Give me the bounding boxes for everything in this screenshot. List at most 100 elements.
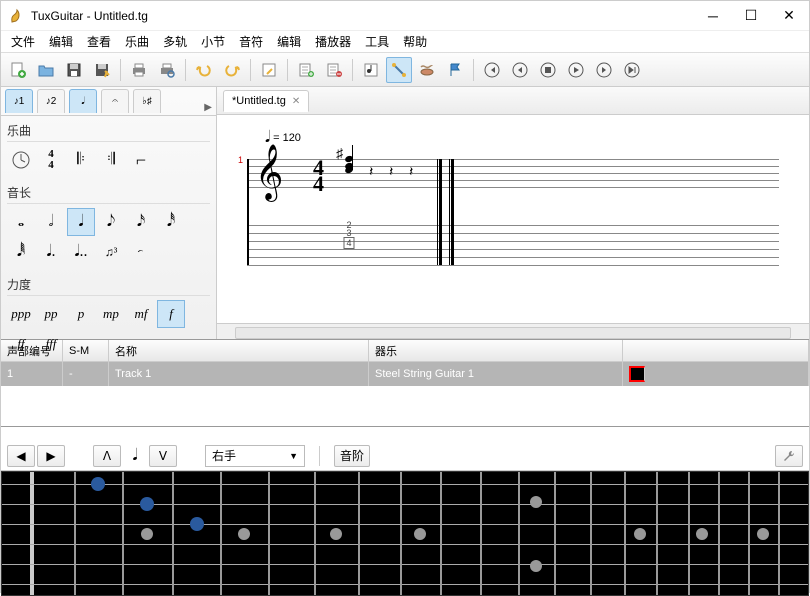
thirtysecond-note-button[interactable]: 𝅘𝅥𝅰 (157, 208, 185, 236)
print-button[interactable] (126, 57, 152, 83)
hand-select-label: 右手 (212, 447, 236, 464)
repeat-close-button[interactable]: 𝄇 (97, 146, 125, 174)
close-tab-icon[interactable]: ✕ (292, 96, 300, 107)
track-color-swatch[interactable] (629, 366, 645, 382)
side-tab-key[interactable]: ♭♯ (133, 89, 161, 113)
menu-edit[interactable]: 编辑 (45, 31, 77, 52)
horizontal-scrollbar[interactable] (217, 323, 809, 339)
player-next-button[interactable] (591, 57, 617, 83)
side-tab-edit1[interactable]: ♪1 (5, 89, 33, 113)
tab-fret-4: 4 (343, 237, 354, 249)
save-as-button[interactable] (89, 57, 115, 83)
half-note-button[interactable]: 𝅗𝅥 (37, 208, 65, 236)
side-tab-edit2[interactable]: ♪2 (37, 89, 65, 113)
document-tabs: *Untitled.tg ✕ (217, 87, 809, 115)
menu-view[interactable]: 查看 (83, 31, 115, 52)
side-panel: ♪1 ♪2 𝅘𝅥 𝄐 ♭♯ ▶ 乐曲 44 𝄆 𝄇 ⌐ 音长 𝅝 𝅗𝅥 � (1, 87, 217, 339)
dotted-button[interactable]: 𝅘𝅥. (37, 238, 65, 266)
section-duration-title: 音长 (7, 182, 210, 204)
score-canvas[interactable]: 𝅘𝅥 = 120 1 𝄞 4 4 (217, 115, 809, 323)
menu-tools[interactable]: 工具 (361, 31, 393, 52)
player-stop-button[interactable] (535, 57, 561, 83)
col-header-sm[interactable]: S-M (63, 340, 109, 361)
track-number: 1 (1, 362, 63, 386)
print-preview-button[interactable] (154, 57, 180, 83)
undo-button[interactable] (191, 57, 217, 83)
nav-left-button[interactable]: ◀ (7, 445, 35, 467)
eighth-note-button[interactable]: 𝅘𝅥𝅮 (97, 208, 125, 236)
settings-button[interactable] (775, 445, 803, 467)
dyn-ppp-button[interactable]: ppp (7, 300, 35, 328)
menu-edit2[interactable]: 编辑 (273, 31, 305, 52)
close-button[interactable]: ✕ (777, 6, 801, 26)
menu-track[interactable]: 多轨 (159, 31, 191, 52)
player-first-button[interactable] (479, 57, 505, 83)
double-dotted-button[interactable]: 𝅘𝅥.. (67, 238, 95, 266)
repeat-open-button[interactable]: 𝄆 (67, 146, 95, 174)
dyn-f-button[interactable]: f (157, 300, 185, 328)
menu-player[interactable]: 播放器 (311, 31, 355, 52)
app-logo-icon (9, 8, 25, 24)
time-sig-bot: 4 (313, 171, 324, 197)
view-score-button[interactable] (358, 57, 384, 83)
col-header-number[interactable]: 声部编号 (1, 340, 63, 361)
dyn-pp-button[interactable]: pp (37, 300, 65, 328)
fretboard-controls: ◀ ▶ ᐱ 𝅘𝅥 ᐯ 右手 ▼ 音阶 (1, 441, 809, 471)
dyn-p-button[interactable]: p (67, 300, 95, 328)
dyn-mp-button[interactable]: mp (97, 300, 125, 328)
side-panel-tabs: ♪1 ♪2 𝅘𝅥 𝄐 ♭♯ ▶ (1, 87, 216, 116)
track-name: Track 1 (109, 362, 369, 386)
marker-button[interactable] (442, 57, 468, 83)
scale-button[interactable]: 音阶 (334, 445, 370, 467)
menu-help[interactable]: 帮助 (399, 31, 431, 52)
col-header-name[interactable]: 名称 (109, 340, 369, 361)
col-header-instrument[interactable]: 器乐 (369, 340, 623, 361)
track-row[interactable]: 1 - Track 1 Steel String Guitar 1 (1, 362, 809, 386)
dyn-mf-button[interactable]: mf (127, 300, 155, 328)
col-header-color[interactable] (623, 340, 809, 361)
menu-song[interactable]: 乐曲 (121, 31, 153, 52)
tuplet-button[interactable]: ♫³ (97, 238, 125, 266)
minimize-button[interactable]: ─ (701, 6, 725, 26)
maximize-button[interactable]: ☐ (739, 6, 763, 26)
redo-button[interactable] (219, 57, 245, 83)
open-button[interactable] (33, 57, 59, 83)
view-mixed-button[interactable] (414, 57, 440, 83)
nav-right-button[interactable]: ▶ (37, 445, 65, 467)
whole-note-button[interactable]: 𝅝 (7, 208, 35, 236)
sixtyfourth-note-button[interactable]: 𝅘𝅥𝅱 (7, 238, 35, 266)
add-track-button[interactable] (293, 57, 319, 83)
player-last-button[interactable] (619, 57, 645, 83)
tempo-button[interactable] (7, 146, 35, 174)
menu-note[interactable]: 音符 (235, 31, 267, 52)
menu-file[interactable]: 文件 (7, 31, 39, 52)
properties-button[interactable] (256, 57, 282, 83)
hand-select[interactable]: 右手 ▼ (205, 445, 305, 467)
side-tab-note[interactable]: 𝅘𝅥 (69, 89, 97, 113)
section-song-title: 乐曲 (7, 120, 210, 142)
menu-measure[interactable]: 小节 (197, 31, 229, 52)
main-toolbar (1, 53, 809, 87)
dur-down-button[interactable]: ᐯ (149, 445, 177, 467)
dur-up-button[interactable]: ᐱ (93, 445, 121, 467)
time-sig-button[interactable]: 44 (37, 146, 65, 174)
ending-button[interactable]: ⌐ (127, 146, 155, 174)
remove-track-button[interactable] (321, 57, 347, 83)
quarter-note-button[interactable]: 𝅘𝅥 (67, 208, 95, 236)
tempo-value: = 120 (273, 132, 301, 144)
player-play-button[interactable] (563, 57, 589, 83)
side-tab-beam[interactable]: 𝄐 (101, 89, 129, 113)
new-file-button[interactable] (5, 57, 31, 83)
save-button[interactable] (61, 57, 87, 83)
view-tab-button[interactable] (386, 57, 412, 83)
wrench-icon (782, 449, 796, 463)
player-prev-button[interactable] (507, 57, 533, 83)
chevron-down-icon: ▼ (289, 451, 298, 461)
side-tab-chevron-icon[interactable]: ▶ (204, 102, 212, 113)
sixteenth-note-button[interactable]: 𝅘𝅥𝅯 (127, 208, 155, 236)
track-table: 声部编号 S-M 名称 器乐 1 - Track 1 Steel String … (1, 339, 809, 427)
fretboard[interactable]: // handled after data-bind script (1, 471, 809, 596)
document-tab[interactable]: *Untitled.tg ✕ (223, 90, 309, 112)
current-duration-icon: 𝅘𝅥 (123, 447, 147, 465)
tie-button[interactable]: 𝆣 (127, 238, 155, 266)
